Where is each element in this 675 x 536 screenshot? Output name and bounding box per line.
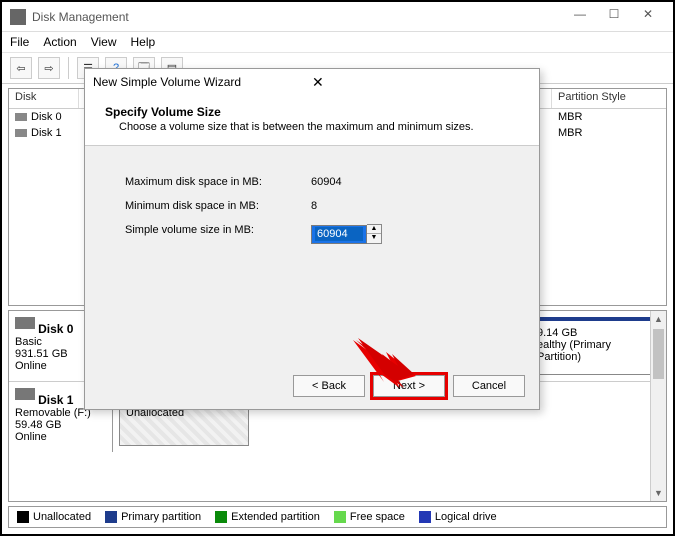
- wizard-body: Maximum disk space in MB: 60904 Minimum …: [85, 146, 539, 266]
- cancel-button[interactable]: Cancel: [453, 375, 525, 397]
- wizard-footer: < Back Next > Cancel: [293, 375, 525, 397]
- disk1-type: Removable (F:): [15, 407, 91, 419]
- col-partition-style[interactable]: Partition Style: [552, 89, 666, 108]
- min-space-value: 8: [311, 200, 317, 212]
- legend-extended: Extended partition: [215, 511, 320, 523]
- maximize-button[interactable]: ☐: [597, 7, 631, 27]
- volume-size-label: Simple volume size in MB:: [125, 224, 311, 244]
- legend-free: Free space: [334, 511, 405, 523]
- spinner-down-button[interactable]: ▼: [367, 234, 381, 243]
- legend-unallocated: Unallocated: [17, 511, 91, 523]
- volume-size-spinner: ▲ ▼: [311, 224, 382, 244]
- swatch-icon: [105, 511, 117, 523]
- legend-primary: Primary partition: [105, 511, 201, 523]
- wizard-title: New Simple Volume Wizard: [93, 75, 312, 89]
- new-simple-volume-wizard: New Simple Volume Wizard ✕ Specify Volum…: [84, 68, 540, 410]
- disk0-volume[interactable]: 9.14 GB ealthy (Primary Partition): [530, 317, 660, 375]
- disk-name: Disk 1: [31, 127, 62, 139]
- disk-name: Disk 0: [31, 111, 62, 123]
- menu-file[interactable]: File: [10, 35, 29, 49]
- scroll-up-icon[interactable]: ▲: [651, 311, 666, 327]
- swatch-icon: [334, 511, 346, 523]
- drive-icon: [15, 388, 35, 400]
- disk0-type: Basic: [15, 336, 42, 348]
- disk-icon: [15, 113, 27, 121]
- max-space-value: 60904: [311, 176, 342, 188]
- max-space-label: Maximum disk space in MB:: [125, 176, 311, 188]
- min-space-label: Minimum disk space in MB:: [125, 200, 311, 212]
- app-icon: [10, 9, 26, 25]
- drive-icon: [15, 317, 35, 329]
- swatch-icon: [17, 511, 29, 523]
- next-button[interactable]: Next >: [373, 375, 445, 397]
- col-disk[interactable]: Disk: [9, 89, 79, 108]
- swatch-icon: [215, 511, 227, 523]
- legend-logical: Logical drive: [419, 511, 497, 523]
- wizard-close-button[interactable]: ✕: [312, 74, 531, 91]
- menu-help[interactable]: Help: [131, 35, 156, 49]
- disk0-name: Disk 0: [38, 322, 73, 336]
- titlebar: Disk Management — ☐ ✕: [2, 2, 673, 32]
- menu-view[interactable]: View: [91, 35, 117, 49]
- pstyle-value: MBR: [552, 109, 666, 125]
- wizard-subheading: Choose a volume size that is between the…: [119, 121, 519, 133]
- window-title: Disk Management: [32, 10, 563, 24]
- swatch-icon: [419, 511, 431, 523]
- disk-management-window: Disk Management — ☐ ✕ File Action View H…: [0, 0, 675, 536]
- menu-action[interactable]: Action: [43, 35, 76, 49]
- back-button[interactable]: < Back: [293, 375, 365, 397]
- disk1-size: 59.48 GB: [15, 419, 61, 431]
- wizard-titlebar: New Simple Volume Wizard ✕: [85, 69, 539, 95]
- forward-button[interactable]: ⇨: [38, 57, 60, 79]
- disk0-size: 931.51 GB: [15, 348, 68, 360]
- scroll-down-icon[interactable]: ▼: [651, 485, 666, 501]
- legend: Unallocated Primary partition Extended p…: [8, 506, 667, 528]
- pstyle-value: MBR: [552, 125, 666, 141]
- toolbar-separator: [68, 57, 69, 79]
- disk1-status: Online: [15, 431, 47, 443]
- disk0-status: Online: [15, 360, 47, 372]
- wizard-header: Specify Volume Size Choose a volume size…: [85, 95, 539, 146]
- close-button[interactable]: ✕: [631, 7, 665, 27]
- volume-size-input[interactable]: [315, 227, 363, 241]
- minimize-button[interactable]: —: [563, 7, 597, 27]
- back-button[interactable]: ⇦: [10, 57, 32, 79]
- menubar: File Action View Help: [2, 32, 673, 53]
- disk1-name: Disk 1: [38, 393, 73, 407]
- wizard-heading: Specify Volume Size: [105, 105, 519, 119]
- vol-size: 9.14 GB: [537, 327, 653, 339]
- scroll-thumb[interactable]: [653, 329, 664, 379]
- disk-icon: [15, 129, 27, 137]
- vol-status: ealthy (Primary Partition): [537, 339, 653, 363]
- vertical-scrollbar[interactable]: ▲ ▼: [650, 311, 666, 501]
- spinner-up-button[interactable]: ▲: [367, 225, 381, 234]
